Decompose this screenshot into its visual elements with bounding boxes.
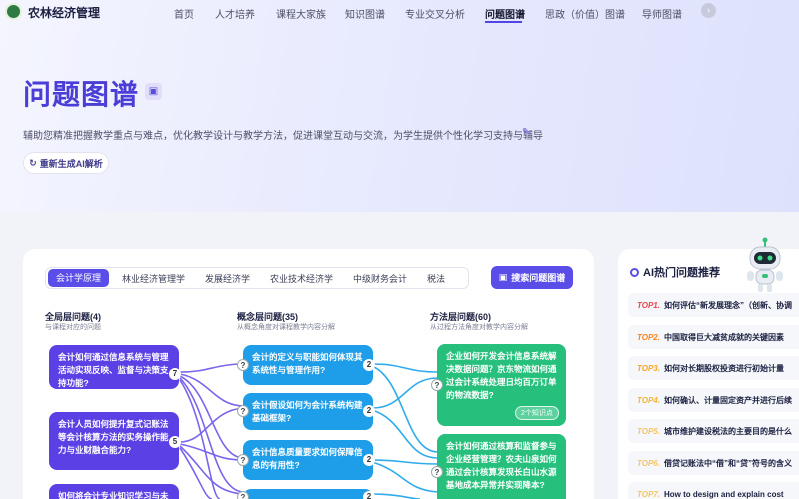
concept-node-2[interactable]: 会计假设如何为会计系统构建基础框架? (243, 393, 373, 430)
question-mark-icon: ? (237, 454, 249, 466)
hot-rank: TOP5. (637, 426, 660, 436)
concept-node-3[interactable]: 会计信息质量要求如何保障信息的有用性? (243, 440, 373, 480)
hot-question-item[interactable]: TOP3. 如何对长期股权投资进行初始计量 (628, 356, 799, 380)
question-mark-icon: ? (431, 466, 443, 478)
method-node-1-text: 企业如何开发会计信息系统解决数据问题？京东物流如何通过会计系统处理日均百万订单的… (446, 351, 557, 400)
hot-question-text: 中国取得巨大减贫成就的关键因素 (664, 332, 784, 342)
hot-questions-title: AI热门问题推荐 (630, 264, 720, 280)
hot-rank: TOP4. (637, 395, 660, 405)
hot-question-text: 如何评估“新发展理念”（创新、协调 (664, 300, 792, 310)
question-mark-icon: ? (237, 491, 249, 499)
global-node-3-text: 如何将会计专业知识学习与未 (58, 491, 169, 499)
concept-node-2-text: 会计假设如何为会计系统构建基础框架? (252, 400, 363, 423)
hot-question-item[interactable]: TOP6. 借贷记账法中“借”和“贷”符号的含义 (628, 451, 799, 475)
global-node-3[interactable]: 如何将会计专业知识学习与未 (49, 484, 179, 499)
concept-node-3-count: 2 (363, 454, 375, 466)
hot-rank: TOP6. (637, 458, 660, 468)
ring-icon (630, 267, 639, 277)
hot-question-text: How to design and explain cost (664, 489, 784, 499)
concept-node-2-count: 2 (363, 405, 375, 417)
hot-questions-title-text: AI热门问题推荐 (643, 267, 720, 279)
hot-question-text: 如何确认、计量固定资产并进行后续 (664, 395, 792, 405)
global-node-1-text: 会计如何通过信息系统与管理活动实现反映、监督与决策支持功能? (58, 352, 169, 388)
global-node-2-text: 会计人员如何提升复式记账法等会计核算方法的实务操作能力与业财融合能力? (58, 419, 169, 455)
global-node-1[interactable]: 会计如何通过信息系统与管理活动实现反映、监督与决策支持功能? (49, 345, 179, 389)
question-mark-icon: ? (237, 405, 249, 417)
hot-rank: TOP3. (637, 363, 660, 373)
ai-robot-icon (747, 237, 783, 292)
hot-rank: TOP7. (637, 489, 660, 499)
global-node-1-count: 7 (169, 368, 181, 380)
hot-question-item[interactable]: TOP2. 中国取得巨大减贫成就的关键因素 (628, 325, 799, 349)
hot-question-text: 城市维护建设税法的主要目的是什么 (664, 426, 792, 436)
hot-question-item[interactable]: TOP5. 城市维护建设税法的主要目的是什么 (628, 419, 799, 443)
hot-question-item[interactable]: TOP7. How to design and explain cost (628, 482, 799, 499)
concept-node-4[interactable] (243, 489, 373, 499)
question-mark-icon: ? (431, 379, 443, 391)
method-node-2-text: 会计如何通过核算和监督参与企业经营管理？农夫山泉如何通过会计核算发现长白山水源基… (446, 441, 557, 490)
hot-question-text: 如何对长期股权投资进行初始计量 (664, 363, 784, 373)
concept-node-1-text: 会计的定义与职能如何体现其系统性与管理作用? (252, 352, 363, 375)
question-mark-icon: ? (237, 359, 249, 371)
knowledge-point-badge[interactable]: 2个知识点 (515, 406, 559, 420)
hot-rank: TOP1. (637, 300, 660, 310)
hot-question-item[interactable]: TOP4. 如何确认、计量固定资产并进行后续 (628, 388, 799, 412)
global-node-2-count: 5 (169, 436, 181, 448)
concept-node-3-text: 会计信息质量要求如何保障信息的有用性? (252, 447, 363, 470)
hot-rank: TOP2. (637, 332, 660, 342)
hot-question-item[interactable]: TOP1. 如何评估“新发展理念”（创新、协调 (628, 293, 799, 317)
concept-node-1-count: 2 (363, 359, 375, 371)
method-node-2[interactable]: 会计如何通过核算和监督参与企业经营管理？农夫山泉如何通过会计核算发现长白山水源基… (437, 434, 566, 499)
concept-node-4-count: 2 (363, 491, 375, 499)
hot-question-text: 借贷记账法中“借”和“贷”符号的含义 (664, 458, 792, 468)
global-node-2[interactable]: 会计人员如何提升复式记账法等会计核算方法的实务操作能力与业财融合能力? (49, 412, 179, 470)
concept-node-1[interactable]: 会计的定义与职能如何体现其系统性与管理作用? (243, 345, 373, 385)
